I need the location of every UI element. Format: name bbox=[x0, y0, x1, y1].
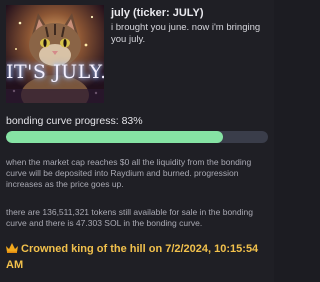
token-image: IT'S JULY. bbox=[6, 5, 104, 103]
bonding-curve-progress-label: bonding curve progress: 83% bbox=[6, 115, 143, 127]
image-caption: IT'S JULY. bbox=[6, 61, 104, 83]
token-title: july (ticker: JULY) bbox=[111, 7, 204, 19]
king-of-the-hill-banner: Crowned king of the hill on 7/2/2024, 10… bbox=[6, 241, 270, 273]
crown-icon bbox=[6, 243, 18, 253]
bonding-curve-progress-fill bbox=[6, 131, 224, 143]
token-card: IT'S JULY. july (ticker: JULY) i brought… bbox=[0, 0, 274, 282]
cat-illustration bbox=[6, 5, 104, 103]
king-of-the-hill-text: Crowned king of the hill on 7/2/2024, 10… bbox=[6, 243, 259, 271]
market-cap-info-text: when the market cap reaches $0 all the l… bbox=[6, 157, 252, 189]
tokens-available-text: there are 136,511,321 tokens still avail… bbox=[6, 207, 253, 228]
token-description: i brought you june. now i'm bringing you… bbox=[111, 22, 261, 45]
bonding-curve-progress-bar bbox=[6, 131, 268, 143]
